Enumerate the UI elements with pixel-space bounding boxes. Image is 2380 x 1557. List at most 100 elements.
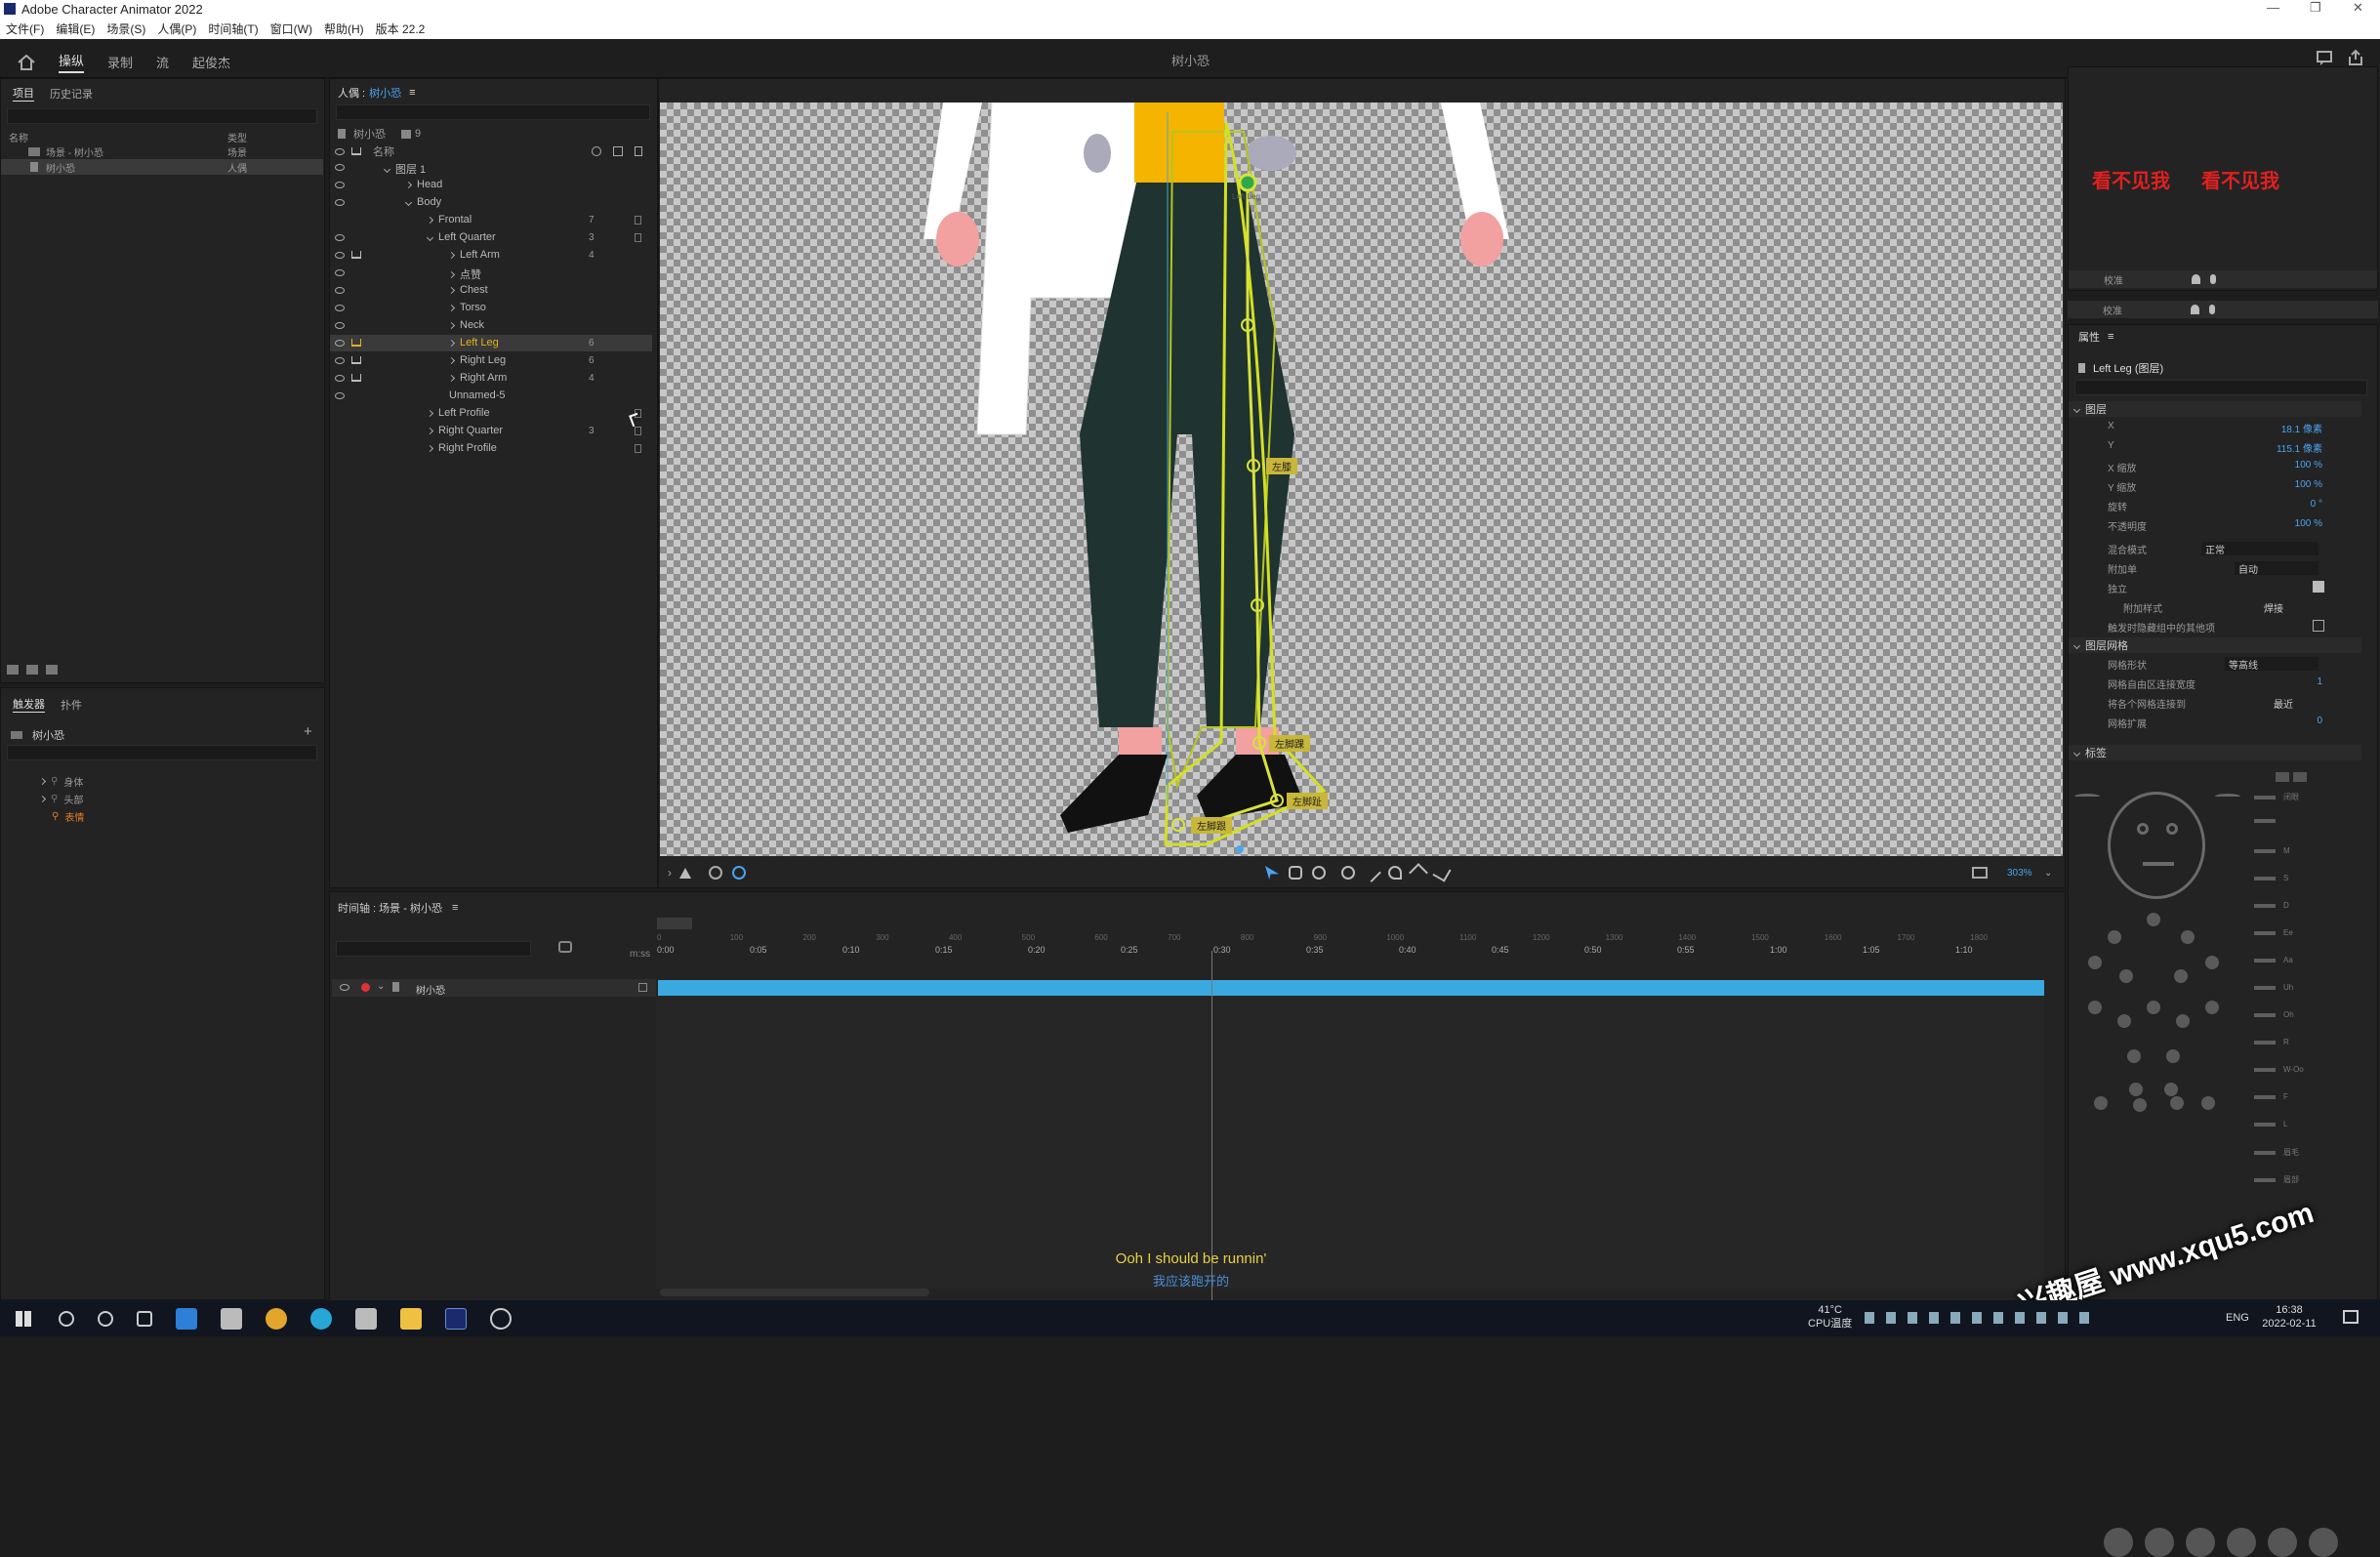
property-value[interactable]: 18.1 像素 xyxy=(2281,421,2322,435)
chevron-right-icon[interactable] xyxy=(447,374,456,382)
layer-row[interactable]: Body xyxy=(330,194,652,211)
chevron-right-icon[interactable] xyxy=(447,321,456,329)
property-value[interactable]: 100 % xyxy=(2295,518,2322,529)
layer-row[interactable]: Right Profile xyxy=(330,440,652,457)
layer-row[interactable]: Unnamed-5 xyxy=(330,388,652,404)
tag-item[interactable] xyxy=(2254,819,2283,823)
mesh-shape-select[interactable]: 等高线 xyxy=(2225,657,2318,672)
menu-scene[interactable]: 场景(S) xyxy=(106,20,145,37)
tag-item[interactable]: F xyxy=(2254,1092,2288,1101)
tag-handle-dot[interactable] xyxy=(2119,969,2133,983)
handle-tool-icon[interactable] xyxy=(1432,863,1452,882)
left-eyebrow-tag-icon[interactable] xyxy=(2074,794,2100,799)
tag-item[interactable]: 眉毛 xyxy=(2254,1147,2299,1158)
layer-row[interactable]: Chest xyxy=(330,282,652,299)
blend-mode-select[interactable]: 正常 xyxy=(2201,542,2318,556)
playhead[interactable] xyxy=(1211,951,1212,1302)
puppet-search-input[interactable] xyxy=(336,104,650,120)
crown-icon[interactable] xyxy=(351,251,361,259)
expression-face-icon[interactable] xyxy=(2268,1528,2297,1557)
warp-icon[interactable] xyxy=(613,146,623,156)
new-folder-icon[interactable] xyxy=(7,665,19,675)
eye-icon[interactable] xyxy=(335,287,345,294)
expression-face-icon[interactable] xyxy=(2145,1528,2174,1557)
eye-icon[interactable] xyxy=(335,148,345,155)
folder-icon[interactable] xyxy=(26,665,38,675)
heel-handle-label[interactable]: 左脚跟 xyxy=(1191,817,1232,834)
ankle-handle-label[interactable]: 左脚踝 xyxy=(1269,735,1310,752)
chevron-right-icon[interactable] xyxy=(404,181,413,188)
layer-row[interactable]: Left Profile xyxy=(330,405,652,422)
track-header[interactable]: ⌄ 树小恐 xyxy=(332,979,656,997)
camera-icon[interactable] xyxy=(2191,305,2199,314)
tag-handle-dot[interactable] xyxy=(2129,1083,2143,1096)
panel-menu-icon[interactable]: ≡ xyxy=(2108,331,2113,343)
expression-face-icon[interactable] xyxy=(2227,1528,2256,1557)
clock-app-icon[interactable] xyxy=(490,1307,512,1330)
tray-icons[interactable] xyxy=(1865,1312,2099,1324)
maximize-icon[interactable]: ❐ xyxy=(2310,0,2321,16)
property-value[interactable]: 0 ° xyxy=(2311,499,2322,510)
properties-search-input[interactable] xyxy=(2074,380,2367,395)
tab-triggers[interactable]: 触发器 xyxy=(13,696,45,713)
chevron-right-icon[interactable] xyxy=(447,356,456,364)
left-eye-tag-icon[interactable] xyxy=(2137,823,2149,835)
mic-icon[interactable] xyxy=(2210,274,2216,284)
clock[interactable]: 16:38 2022-02-11 xyxy=(2255,1303,2323,1331)
eye-icon[interactable] xyxy=(335,164,345,171)
tag-handle-dot[interactable] xyxy=(2094,1096,2108,1110)
tag-item[interactable]: M xyxy=(2254,846,2290,855)
trigger-search-input[interactable] xyxy=(7,745,317,760)
tag-item[interactable]: Uh xyxy=(2254,983,2293,992)
tag-handle-dot[interactable] xyxy=(2205,1001,2219,1014)
section-mesh[interactable]: 图层网格 xyxy=(2069,637,2361,653)
eye-icon[interactable] xyxy=(335,182,345,188)
eye-icon[interactable] xyxy=(335,392,345,399)
tag-toggle-a[interactable] xyxy=(2276,772,2289,782)
hide-others-checkbox[interactable] xyxy=(2313,620,2324,632)
tag-handle-dot[interactable] xyxy=(2088,956,2102,969)
trigger-group-expression[interactable]: ⚲ 表情 xyxy=(52,809,84,824)
tab-project[interactable]: 项目 xyxy=(13,85,34,102)
origin-tool-icon[interactable] xyxy=(1341,866,1355,880)
layer-row[interactable]: 图层 1 xyxy=(330,159,652,176)
crown-icon[interactable] xyxy=(351,147,361,155)
right-eyebrow-tag-icon[interactable] xyxy=(2215,794,2240,799)
layer-row[interactable]: Right Arm 4 xyxy=(330,370,652,387)
expression-face-icon[interactable] xyxy=(2186,1528,2215,1557)
edge-icon[interactable] xyxy=(310,1307,332,1330)
tag-handle-dot[interactable] xyxy=(2166,1049,2180,1063)
layer-row[interactable]: Right Quarter 3 xyxy=(330,423,652,439)
project-search-input[interactable] xyxy=(7,108,317,124)
tag-handle-dot[interactable] xyxy=(2147,913,2160,926)
toe-handle-label[interactable]: 左脚趾 xyxy=(1287,793,1328,809)
import-icon[interactable] xyxy=(46,665,58,675)
fit-view-icon[interactable] xyxy=(1972,867,1988,879)
mouth-tag-icon[interactable] xyxy=(2143,862,2174,866)
chevron-down-icon[interactable] xyxy=(426,233,434,241)
menu-timeline[interactable]: 时间轴(T) xyxy=(208,20,258,37)
file-explorer-icon[interactable] xyxy=(400,1307,422,1330)
chevron-right-icon[interactable] xyxy=(426,409,434,417)
warning-icon[interactable] xyxy=(679,867,691,879)
property-value[interactable]: 100 % xyxy=(2295,460,2322,471)
chevron-down-icon[interactable] xyxy=(383,165,391,173)
project-item[interactable]: 场景 - 树小恐 场景 xyxy=(1,143,323,159)
chevron-right-icon[interactable] xyxy=(447,286,456,294)
camera-icon[interactable] xyxy=(2192,274,2200,284)
tab-history[interactable]: 历史记录 xyxy=(50,86,93,102)
tag-item[interactable]: Oh xyxy=(2254,1010,2294,1019)
notification-icon[interactable] xyxy=(2343,1310,2359,1324)
tag-handle-dot[interactable] xyxy=(2164,1083,2178,1096)
input-language[interactable]: ENG xyxy=(2226,1312,2249,1324)
layer-row[interactable]: Right Leg 6 xyxy=(330,352,652,369)
chevron-right-icon[interactable] xyxy=(447,270,456,278)
dragger-tool-icon[interactable] xyxy=(1409,863,1428,882)
mesh-width-value[interactable]: 1 xyxy=(2317,676,2322,687)
expand-icon[interactable]: › xyxy=(668,866,672,880)
zoom-level[interactable]: 303% xyxy=(2007,868,2032,879)
zoom-tool-icon[interactable] xyxy=(1312,866,1326,880)
tag-toggle-b[interactable] xyxy=(2293,772,2307,782)
property-value[interactable]: 115.1 像素 xyxy=(2277,440,2322,455)
eye-icon[interactable] xyxy=(335,234,345,241)
